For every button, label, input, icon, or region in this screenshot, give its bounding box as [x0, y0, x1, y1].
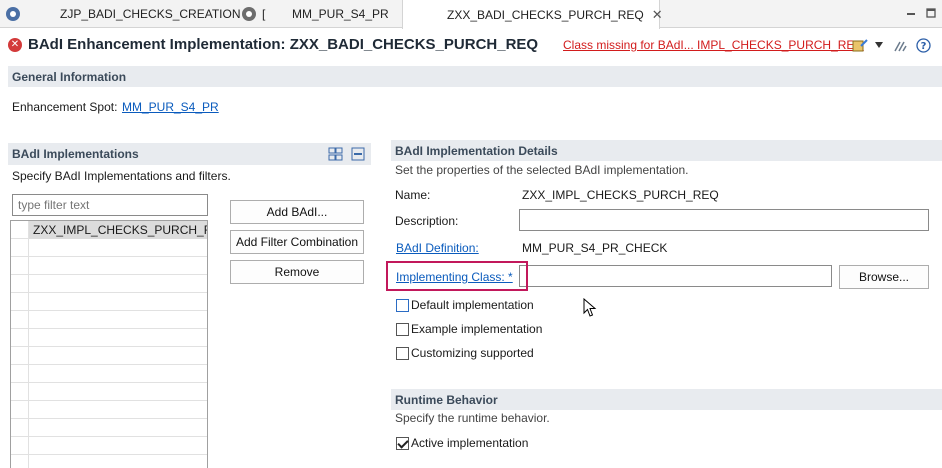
description-input[interactable]	[519, 209, 929, 231]
minimize-icon[interactable]	[904, 6, 918, 20]
mouse-cursor-icon	[583, 298, 597, 317]
implementations-description: Specify BAdI Implementations and filters…	[12, 169, 231, 183]
enhancement-icon	[6, 7, 20, 21]
add-filter-combination-button[interactable]: Add Filter Combination	[230, 230, 364, 254]
runtime-description: Specify the runtime behavior.	[395, 411, 550, 425]
editor-header: ✕ BAdI Enhancement Implementation: ZXX_B…	[0, 28, 942, 62]
default-implementation-checkbox[interactable]	[396, 299, 409, 312]
table-cell: ZXX_IMPL_CHECKS_PURCH_REQ	[29, 221, 207, 239]
page-title: BAdI Enhancement Implementation: ZXX_BAD…	[28, 36, 539, 53]
tab-label: ZJP_BADI_CHECKS_CREATION	[60, 7, 241, 21]
badi-definition-link[interactable]: BAdI Definition:	[396, 241, 479, 255]
browse-button[interactable]: Browse...	[839, 265, 929, 289]
section-runtime-behavior: Runtime Behavior	[391, 389, 942, 410]
name-value: ZXX_IMPL_CHECKS_PURCH_REQ	[522, 188, 719, 202]
tab-mm-pur-s4-pr[interactable]: MM_PUR_S4_PR	[292, 0, 389, 28]
description-label: Description:	[395, 214, 459, 228]
filter-input[interactable]	[12, 194, 208, 216]
active-implementation-checkbox[interactable]	[396, 437, 409, 450]
example-implementation-checkbox[interactable]	[396, 323, 409, 336]
highlight-box	[386, 261, 528, 291]
details-description: Set the properties of the selected BAdI …	[395, 163, 689, 177]
customizing-supported-checkbox[interactable]	[396, 347, 409, 360]
table-row[interactable]: ZXX_IMPL_CHECKS_PURCH_REQ	[11, 221, 207, 239]
section-general-information: General Information	[8, 66, 942, 87]
svg-text:?: ?	[921, 41, 927, 52]
section-badi-implementations: BAdI Implementations	[8, 143, 371, 165]
editor-tab-bar: ZJP_BADI_CHECKS_CREATION [ MM_PUR_S4_PR …	[0, 0, 942, 29]
enhancement-spot-link[interactable]: MM_PUR_S4_PR	[122, 100, 219, 114]
active-implementation-label: Active implementation	[411, 436, 529, 450]
collapse-icon[interactable]	[351, 147, 365, 161]
quickfix-icon[interactable]	[852, 38, 868, 54]
expand-all-icon[interactable]	[328, 147, 343, 161]
maximize-icon[interactable]	[924, 6, 938, 20]
tab-label: MM_PUR_S4_PR	[292, 7, 389, 21]
implementations-table[interactable]: ZXX_IMPL_CHECKS_PURCH_REQ	[10, 220, 208, 468]
class-icon	[242, 7, 256, 21]
add-badi-button[interactable]: Add BAdI...	[230, 200, 364, 224]
tab-label: ZXX_BADI_CHECKS_PURCH_REQ	[447, 7, 644, 22]
close-icon[interactable]: ✕	[652, 7, 663, 23]
implementing-class-input[interactable]	[519, 265, 832, 287]
tab-label: [	[262, 7, 266, 21]
error-icon: ✕	[8, 38, 22, 52]
name-label: Name:	[395, 188, 431, 202]
tab-zjp-badi-checks-creation[interactable]: ZJP_BADI_CHECKS_CREATION	[6, 0, 241, 28]
help-icon[interactable]: ?	[916, 38, 931, 53]
remove-button[interactable]: Remove	[230, 260, 364, 284]
error-message-link[interactable]: Class missing for BAdI... IMPL_CHECKS_PU…	[563, 38, 864, 52]
link-with-editor-icon[interactable]	[893, 39, 907, 53]
tab-zxx-badi-checks-purch-req[interactable]: ZXX_BADI_CHECKS_PURCH_REQ ✕	[402, 0, 663, 29]
section-badi-implementation-details: BAdI Implementation Details	[391, 140, 942, 161]
badi-definition-value: MM_PUR_S4_PR_CHECK	[522, 241, 668, 255]
enhancement-spot-label: Enhancement Spot:	[12, 100, 118, 114]
customizing-supported-label: Customizing supported	[411, 346, 534, 360]
chevron-down-icon[interactable]	[875, 42, 883, 48]
tab-class[interactable]: [	[242, 0, 265, 28]
default-implementation-label: Default implementation	[411, 298, 534, 312]
example-implementation-label: Example implementation	[411, 322, 543, 336]
